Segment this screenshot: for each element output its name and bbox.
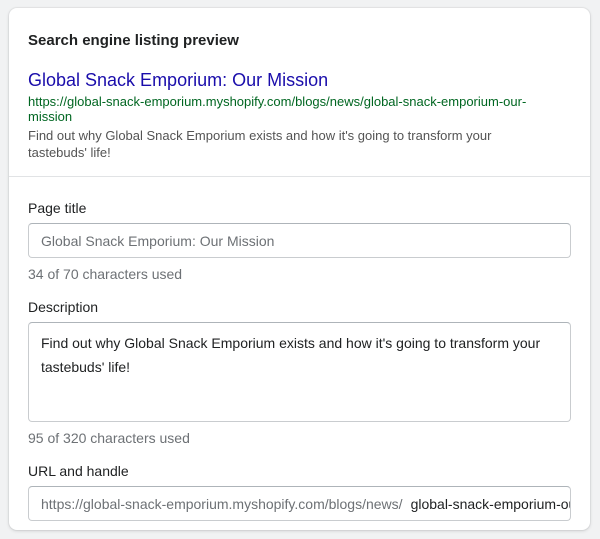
preview-url: https://global-snack-emporium.myshopify.… [28, 94, 527, 124]
url-prefix: https://global-snack-emporium.myshopify.… [41, 495, 403, 512]
search-preview: Search engine listing preview Global Sna… [9, 8, 590, 177]
url-handle-label: URL and handle [28, 463, 129, 479]
url-handle-input[interactable]: https://global-snack-emporium.myshopify.… [28, 486, 571, 521]
preview-description: Find out why Global Snack Emporium exist… [28, 128, 492, 160]
section-heading: Search engine listing preview [28, 32, 239, 49]
description-char-count: 95 of 320 characters used [28, 430, 190, 446]
page-title-char-count: 34 of 70 characters used [28, 266, 183, 282]
page-title-label: Page title [28, 200, 87, 216]
url-handle-value[interactable]: global-snack-emporium-our-mission [411, 496, 570, 512]
seo-card: Search engine listing preview Global Sna… [9, 8, 590, 530]
preview-title: Global Snack Emporium: Our Mission [28, 70, 329, 90]
page-title-input[interactable]: Global Snack Emporium: Our Mission [28, 223, 571, 258]
seo-fields: Page title Global Snack Emporium: Our Mi… [9, 177, 590, 521]
description-textarea[interactable]: Find out why Global Snack Emporium exist… [28, 322, 571, 422]
description-label: Description [28, 299, 99, 315]
